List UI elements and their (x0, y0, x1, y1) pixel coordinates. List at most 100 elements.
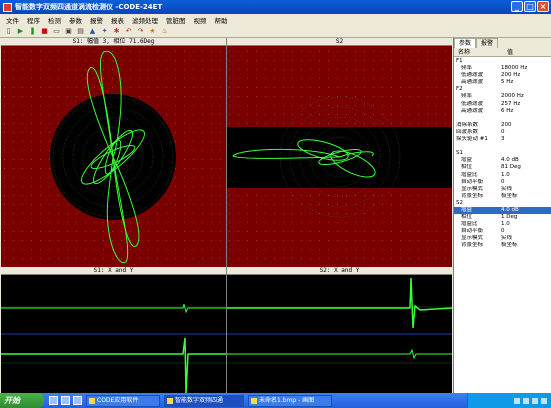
s1-impedance-plot[interactable] (1, 46, 226, 267)
parameter-name: 相位 (461, 164, 473, 171)
tray-icon[interactable] (541, 397, 547, 404)
parameter-name: 低通滤波 (461, 72, 484, 79)
taskbar-item[interactable]: 未命名1.bmp - 画图 (248, 394, 332, 407)
parameter-name (454, 115, 501, 122)
tab-params[interactable]: 参数 (454, 38, 477, 48)
parameter-row[interactable]: 增益 4.0 dB (454, 206, 551, 215)
fire-icon[interactable]: ♨ (160, 27, 169, 36)
parameter-name: 高通滤波 (461, 79, 484, 86)
new-icon[interactable]: ▯ (4, 27, 13, 36)
parameter-value: 200 (501, 121, 512, 128)
quick-launch-icon[interactable] (61, 396, 70, 405)
parameter-value (501, 150, 551, 157)
quick-launch-icon[interactable] (73, 396, 82, 405)
undo-icon[interactable]: ↶ (124, 27, 133, 36)
parameter-row[interactable]: 消除系数 200 (454, 122, 551, 129)
parameter-name: 自动平衡 (461, 178, 484, 185)
pause-icon[interactable]: ❚ (28, 27, 37, 36)
column-header-name[interactable]: 名称 (454, 48, 501, 56)
menu-item-4[interactable]: 报警 (86, 15, 107, 25)
parameter-row[interactable] (454, 115, 551, 122)
taskbar-item[interactable]: CODE应用软件 (86, 394, 160, 407)
parameter-row[interactable]: 高通滤波 6 Hz (454, 108, 551, 115)
save-icon[interactable]: ▣ (64, 27, 73, 36)
parameter-value (501, 58, 551, 65)
parameter-row[interactable]: 增益比 1.0 (454, 172, 551, 179)
tray-icon[interactable] (532, 397, 538, 404)
parameter-row[interactable]: S1 (454, 150, 551, 157)
quick-launch-icon[interactable] (49, 396, 58, 405)
parameter-row[interactable]: 高通滤波 5 Hz (454, 79, 551, 86)
s2-impedance-plot[interactable] (227, 46, 452, 267)
column-header-value[interactable]: 值 (501, 48, 513, 56)
star-icon[interactable]: ★ (148, 27, 157, 36)
play-icon[interactable]: ▶ (16, 27, 25, 36)
taskbar: 开始 CODE应用软件 智能数字双频四通 未命名1.bmp - 画图 (0, 393, 551, 408)
s1-xy-trace[interactable] (1, 275, 226, 393)
maximize-button[interactable]: □ (524, 1, 536, 12)
tray-icon[interactable] (514, 397, 520, 404)
stop-icon[interactable]: ■ (40, 27, 49, 36)
menu-item-3[interactable]: 参数 (65, 15, 86, 25)
menu-item-0[interactable]: 文件 (2, 15, 23, 25)
parameter-row[interactable]: 低通滤波 200 Hz (454, 72, 551, 79)
parameter-row[interactable]: 相位 1 Deg (454, 214, 551, 221)
title-bar: 智能数字双频四通道涡流检测仪 -CODE-24ET _ □ × (0, 0, 551, 14)
parameter-row[interactable]: 频率 2000 Hz (454, 93, 551, 100)
gear-icon[interactable]: ✱ (112, 27, 121, 36)
parameter-name: 相位 (461, 214, 473, 221)
menu-item-2[interactable]: 检测 (44, 15, 65, 25)
parameter-name: S1 (456, 150, 463, 157)
menu-item-7[interactable]: 管脏图 (162, 15, 190, 25)
menu-item-5[interactable]: 报表 (107, 15, 128, 25)
parameter-row[interactable]: 显示模式 实线 (454, 186, 551, 193)
parameter-name: 回波系数 (456, 128, 479, 135)
parameter-value: 实线 (501, 185, 513, 192)
parameter-value: 0 (501, 228, 505, 235)
parameter-value (501, 143, 551, 150)
tab-alarm[interactable]: 报警 (476, 38, 499, 48)
parameter-row[interactable]: 低通滤波 257 Hz (454, 101, 551, 108)
parameter-row[interactable]: 增益 4.0 dB (454, 157, 551, 164)
parameter-row[interactable]: 相位 81 Deg (454, 164, 551, 171)
open-icon[interactable]: ▭ (52, 27, 61, 36)
parameter-name: 增益比 (461, 171, 478, 178)
parameter-value: 1 Deg (501, 214, 518, 221)
parameter-row[interactable]: 频率 18000 Hz (454, 65, 551, 72)
parameter-row[interactable]: 显示模式 实线 (454, 235, 551, 242)
parameter-row[interactable]: 自动平衡 0 (454, 179, 551, 186)
parameter-row[interactable]: S2 (454, 200, 551, 207)
print-icon[interactable]: ▤ (76, 27, 85, 36)
menu-item-9[interactable]: 帮助 (211, 15, 232, 25)
start-button[interactable]: 开始 (0, 393, 44, 408)
parameter-row[interactable] (454, 143, 551, 150)
parameter-value: 257 Hz (501, 100, 521, 107)
parameter-row[interactable]: 探头驱动 #1 3 (454, 136, 551, 143)
parameter-row[interactable]: 回波系数 0 (454, 129, 551, 136)
parameter-list: F1 频率 18000 Hz 低通滤波 200 Hz 高通滤波 5 Hz F2 频率 2000 H… (454, 58, 551, 250)
tray-icon[interactable] (523, 397, 529, 404)
parameter-name: 自动平衡 (461, 228, 484, 235)
parameter-row[interactable]: 背景坐标 极坐标 (454, 193, 551, 200)
close-button[interactable]: × (537, 1, 549, 12)
menu-item-1[interactable]: 程序 (23, 15, 44, 25)
s2-xy-trace[interactable] (227, 275, 453, 393)
parameter-value: 4.0 dB (501, 206, 519, 213)
parameter-value: 200 Hz (501, 72, 521, 79)
minimize-button[interactable]: _ (511, 1, 523, 12)
parameter-value: 1.0 (501, 221, 510, 228)
up-icon[interactable]: ▲ (88, 27, 97, 36)
tool-icon[interactable]: ✦ (100, 27, 109, 36)
parameter-row[interactable]: 背景坐标 极坐标 (454, 242, 551, 249)
parameter-row[interactable]: F1 (454, 58, 551, 65)
parameter-row[interactable]: 增益比 1.0 (454, 221, 551, 228)
taskbar-item[interactable]: 智能数字双频四通 (164, 394, 244, 407)
menu-item-8[interactable]: 视频 (190, 15, 211, 25)
parameter-value (501, 115, 551, 122)
parameter-row[interactable]: F2 (454, 86, 551, 93)
quick-launch (49, 396, 82, 405)
parameter-name: 高通滤波 (461, 107, 484, 114)
menu-item-6[interactable]: 滤频处理 (128, 15, 162, 25)
redo-icon[interactable]: ↷ (136, 27, 145, 36)
parameter-row[interactable]: 自动平衡 0 (454, 228, 551, 235)
